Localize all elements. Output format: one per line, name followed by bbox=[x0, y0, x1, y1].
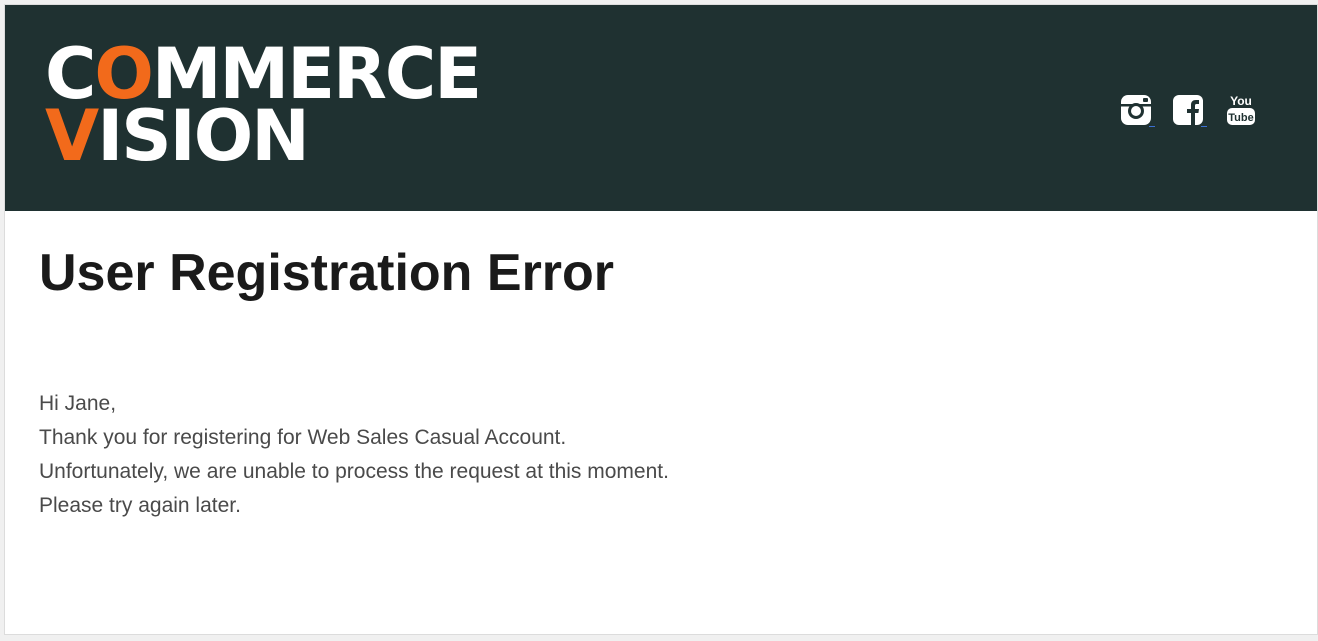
message-line: Please try again later. bbox=[39, 494, 241, 517]
social-links: You Tube bbox=[1119, 91, 1259, 127]
message-body: Hi Jane, Thank you for registering for W… bbox=[39, 387, 669, 523]
svg-text:You: You bbox=[1230, 94, 1252, 108]
instagram-link[interactable] bbox=[1119, 91, 1155, 127]
youtube-link[interactable]: You Tube bbox=[1223, 91, 1259, 127]
message-line: Thank you for registering for Web Sales … bbox=[39, 426, 567, 449]
logo-text: ISION bbox=[97, 95, 310, 177]
commerce-vision-logo: COMMERCE VISION bbox=[45, 39, 482, 171]
message-line: Unfortunately, we are unable to process … bbox=[39, 460, 669, 483]
header-banner: COMMERCE VISION You Tube bbox=[5, 5, 1317, 211]
logo-accent-letter: V bbox=[45, 95, 99, 177]
svg-text:Tube: Tube bbox=[1228, 112, 1253, 124]
youtube-icon: You Tube bbox=[1227, 94, 1255, 125]
facebook-link[interactable] bbox=[1171, 91, 1207, 127]
facebook-icon bbox=[1173, 95, 1203, 125]
link-underline bbox=[1201, 126, 1207, 127]
greeting-text: Hi Jane, bbox=[39, 392, 117, 415]
link-underline bbox=[1149, 126, 1155, 127]
page-title: User Registration Error bbox=[39, 244, 615, 302]
email-frame: COMMERCE VISION You Tube User Registrati… bbox=[4, 4, 1318, 635]
instagram-icon bbox=[1121, 95, 1151, 125]
